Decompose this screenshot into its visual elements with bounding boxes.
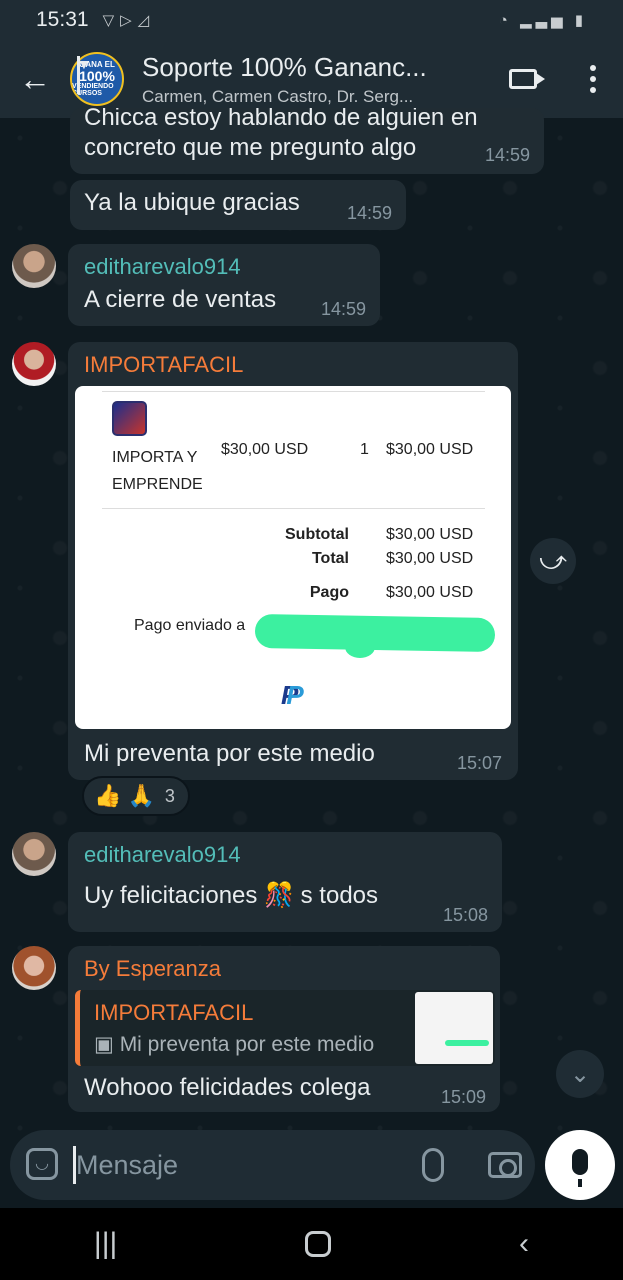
- avatar[interactable]: [12, 832, 56, 876]
- avatar[interactable]: [12, 244, 56, 288]
- message-bubble[interactable]: editharevalo914 A cierre de ventas 14:59: [68, 244, 380, 326]
- message-time: 15:07: [456, 753, 502, 773]
- item-qty: 1: [360, 441, 369, 458]
- emoji-icon[interactable]: [26, 1148, 58, 1180]
- image-icon: ▣: [94, 1033, 120, 1056]
- subtotal-value: $30,00 USD: [386, 526, 474, 543]
- chat-title: Soporte 100% Gananc...: [142, 51, 427, 82]
- reactions-pill[interactable]: 👍 🙏 3: [82, 776, 190, 816]
- message-text-partial: Chicca estoy hablando de alguien en: [84, 108, 478, 131]
- double-chevron-down-icon: ⌄: [569, 1060, 591, 1088]
- message-text-part: Uy felicitaciones: [84, 882, 258, 909]
- sender-name[interactable]: editharevalo914: [84, 842, 241, 868]
- voice-record-button[interactable]: [545, 1130, 615, 1200]
- status-bar: 15:31 ▽▷◿ ◔ ▂▃▅ ▮: [0, 0, 623, 40]
- video-call-button[interactable]: ▼: [77, 40, 563, 118]
- notification-icons: ▽▷◿: [102, 12, 156, 29]
- message-bubble[interactable]: editharevalo914 Uy felicitaciones 🎊 s to…: [68, 832, 502, 932]
- message-text: Wohooo felicidades colega: [84, 1074, 371, 1101]
- chat-screen: 15:31 ▽▷◿ ◔ ▂▃▅ ▮ ← GANA EL 100% VENDIEN…: [0, 0, 623, 1280]
- message-input[interactable]: [76, 1148, 396, 1182]
- chat-info[interactable]: Soporte 100% Gananc... Carmen, Carmen Ca…: [142, 52, 483, 107]
- message-bubble[interactable]: Ya la ubique gracias 14:59: [70, 180, 406, 230]
- message-input-bar: [10, 1130, 535, 1200]
- subtotal-label: Subtotal: [285, 526, 349, 543]
- nav-back-icon[interactable]: ‹: [519, 1227, 529, 1261]
- message-text: concreto que me pregunto algo: [84, 134, 417, 161]
- message-text: Ya la ubique gracias: [84, 189, 300, 216]
- caret-down-icon: ▼: [77, 56, 91, 94]
- home-icon[interactable]: [305, 1231, 332, 1257]
- recents-icon[interactable]: |||: [94, 1227, 117, 1261]
- message-text: Uy felicitaciones 🎊 s todos: [84, 880, 378, 912]
- quoted-text: ▣ Mi preventa por este medio: [94, 1032, 374, 1057]
- message-bubble[interactable]: Chicca estoy hablando de alguien en conc…: [70, 108, 544, 174]
- item-total: $30,00 USD: [386, 441, 474, 458]
- status-time: 15:31: [36, 8, 89, 31]
- product-thumbnail: [112, 401, 147, 436]
- quoted-thumbnail: [415, 992, 493, 1064]
- quoted-message[interactable]: IMPORTAFACIL ▣ Mi preventa por este medi…: [75, 990, 495, 1066]
- quoted-sender: IMPORTAFACIL: [94, 1000, 254, 1025]
- message-time: 14:59: [484, 145, 530, 165]
- more-vert-icon: [590, 65, 596, 93]
- redaction-mark: [254, 613, 496, 653]
- scroll-down-button[interactable]: ⌄: [556, 1050, 604, 1098]
- message-time: 15:09: [440, 1087, 486, 1107]
- camera-icon[interactable]: [488, 1152, 522, 1178]
- payment-value: $30,00 USD: [386, 584, 474, 601]
- forward-icon[interactable]: ⤻: [530, 538, 576, 584]
- paypal-logo-icon: PP: [281, 680, 304, 710]
- more-options-button[interactable]: [563, 40, 623, 118]
- back-arrow-icon[interactable]: ←: [0, 40, 70, 118]
- message-time: 14:59: [320, 299, 366, 319]
- total-value: $30,00 USD: [386, 550, 474, 567]
- reaction-emojis: 👍 🙏: [94, 783, 155, 808]
- sender-name[interactable]: By Esperanza: [84, 956, 221, 982]
- sender-name[interactable]: IMPORTAFACIL: [84, 352, 243, 378]
- payment-sent-to: Pago enviado a: [134, 617, 246, 634]
- chat-header: ← GANA EL 100% VENDIENDO CURSOS Soporte …: [0, 40, 623, 118]
- avatar[interactable]: [12, 342, 56, 386]
- total-label: Total: [311, 550, 349, 567]
- divider: [102, 391, 485, 392]
- party-emoji: 🎊: [264, 882, 294, 909]
- divider: [102, 508, 485, 509]
- receipt-image[interactable]: IMPORTA Y EMPRENDE $30,00 USD 1 $30,00 U…: [75, 386, 511, 729]
- avatar[interactable]: [12, 946, 56, 990]
- message-text: Mi preventa por este medio: [84, 740, 375, 767]
- message-text: A cierre de ventas: [84, 286, 277, 313]
- message-time: 15:08: [442, 905, 488, 925]
- system-icons: ◔ ▂▃▅ ▮: [498, 12, 587, 29]
- system-nav-bar: ||| ‹: [0, 1208, 623, 1280]
- message-time: 14:59: [346, 203, 392, 223]
- message-text-part: s todos: [300, 882, 379, 909]
- video-camera-icon: [509, 69, 545, 89]
- sender-name[interactable]: editharevalo914: [84, 254, 241, 280]
- chat-members: Carmen, Carmen Castro, Dr. Serg...: [142, 86, 414, 106]
- item-price: $30,00 USD: [221, 441, 309, 458]
- payment-label: Pago: [309, 584, 349, 601]
- item-name-line1: IMPORTA Y: [112, 449, 198, 466]
- redaction-mark: [345, 636, 375, 658]
- quoted-text-label: Mi preventa por este medio: [119, 1033, 375, 1056]
- attach-icon[interactable]: [422, 1148, 444, 1182]
- reaction-count: 3: [164, 785, 175, 806]
- item-name-line2: EMPRENDE: [112, 476, 203, 493]
- microphone-icon: [572, 1149, 588, 1187]
